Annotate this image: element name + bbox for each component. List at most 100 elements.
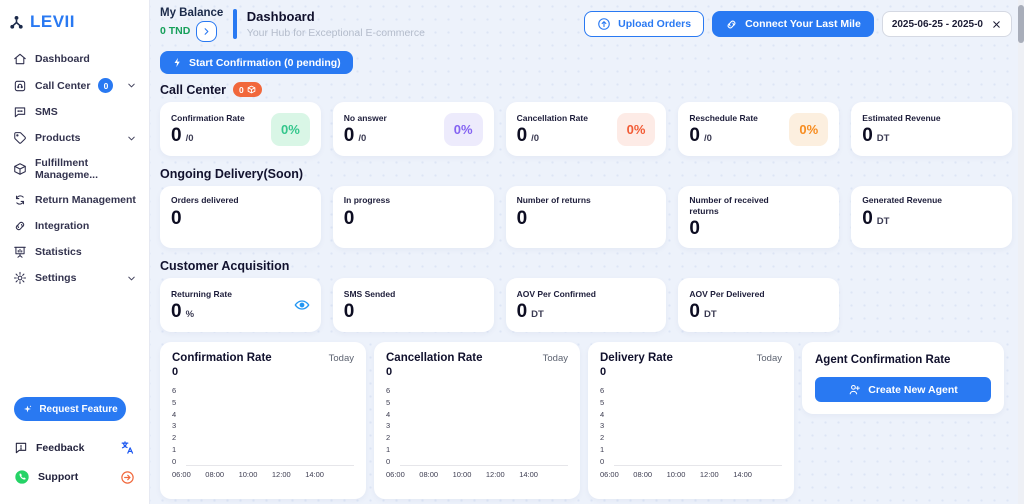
sidebar-item-fulfillment[interactable]: Fulfillment Manageme...	[0, 151, 149, 187]
percent-badge: 0%	[616, 112, 656, 146]
stat-value: 0	[516, 125, 528, 147]
page-title: Dashboard	[246, 9, 315, 24]
stat-suffix: DT	[531, 309, 544, 321]
stat-suffix: /0	[703, 133, 712, 145]
stat-label: Returning Rate	[171, 288, 232, 299]
stat-value: 0	[689, 218, 700, 240]
header: My Balance 0 TND Dashboard Your Hub for …	[160, 5, 1012, 43]
stat-card-generated-revenue: Generated Revenue 0 DT	[851, 186, 1012, 248]
chart-delivery-rate: Delivery Rate Today 0 6543210 06:00 08:00…	[588, 342, 794, 499]
chart-y-axis: 6543210	[386, 386, 391, 466]
stat-card-aov-per-delivered: AOV Per Delivered 0 DT	[678, 278, 840, 332]
chart-x-axis: 06:00 08:00 10:00 12:00 14:00	[600, 470, 752, 479]
sidebar-item-dashboard[interactable]: Dashboard	[0, 46, 149, 72]
chart-period[interactable]: Today	[329, 353, 354, 364]
start-confirmation-button[interactable]: Start Confirmation (0 pending)	[160, 51, 353, 74]
chart-confirmation-rate: Confirmation Rate Today 0 6543210 06:00 0…	[160, 342, 366, 499]
stat-suffix: DT	[876, 215, 890, 227]
chart-period[interactable]: Today	[757, 353, 782, 364]
stat-label: Cancellation Rate	[516, 112, 588, 123]
call-center-orange-badge: 0	[233, 82, 262, 97]
sidebar-item-return-management[interactable]: Return Management	[0, 187, 149, 213]
balance-value: 0 TND	[160, 25, 191, 37]
sidebar-item-integration[interactable]: Integration	[0, 213, 149, 239]
stat-card-received-returns: Number of received returns 0	[678, 186, 840, 248]
stat-label: Generated Revenue	[862, 195, 943, 205]
sidebar-item-label: Products	[35, 132, 81, 144]
request-feature-button[interactable]: Request Feature	[14, 397, 126, 421]
section-title-customer-acquisition: Customer Acquisition	[160, 259, 290, 273]
chart-period[interactable]: Today	[543, 353, 568, 364]
page-scrollbar[interactable]	[1018, 0, 1024, 504]
date-range-picker[interactable]: 2025-06-25 - 2025-0	[881, 11, 1012, 37]
stat-value: 0	[689, 125, 700, 147]
sidebar-item-label: Integration	[35, 220, 90, 232]
feedback-row[interactable]: Feedback	[12, 433, 137, 462]
sidebar-item-label: Return Management	[35, 194, 136, 206]
stat-suffix: DT	[876, 133, 890, 145]
stat-label: Confirmation Rate	[171, 112, 245, 123]
chart-plot-area: 6543210	[386, 386, 568, 466]
chart-x-axis: 06:00 08:00 10:00 12:00 14:00	[172, 470, 324, 479]
translate-icon[interactable]	[120, 440, 135, 455]
call-center-badge-count: 0	[239, 84, 244, 95]
stat-label: In progress	[343, 195, 391, 205]
stat-label: Number of returns	[516, 195, 591, 205]
chevron-down-icon[interactable]	[126, 80, 137, 91]
chevron-down-icon[interactable]	[126, 273, 137, 284]
upload-orders-button[interactable]: Upload Orders	[584, 11, 705, 37]
support-label: Support	[38, 471, 79, 483]
sidebar-item-label: Call Center	[35, 79, 91, 92]
stat-suffix: %	[185, 309, 195, 321]
chart-plot-area: 6543210	[172, 386, 354, 466]
logout-icon[interactable]	[120, 470, 135, 485]
create-new-agent-button[interactable]: Create New Agent	[815, 377, 991, 402]
stat-value: 0	[171, 207, 182, 229]
balance-block: My Balance 0 TND	[160, 7, 223, 42]
request-feature-label: Request Feature	[39, 403, 118, 415]
link-icon	[725, 18, 738, 31]
logo[interactable]: LEVII	[0, 0, 149, 46]
chart-title: Confirmation Rate	[172, 352, 272, 364]
stat-suffix: /0	[531, 133, 540, 145]
call-center-count-badge: 0	[98, 78, 114, 93]
sidebar-item-call-center[interactable]: Call Center 0	[0, 72, 149, 99]
presentation-chart-icon	[13, 245, 27, 259]
balance-expand-button[interactable]	[196, 20, 218, 42]
sidebar-item-settings[interactable]: Settings	[0, 265, 149, 291]
sidebar-item-sms[interactable]: SMS	[0, 99, 149, 125]
eye-icon[interactable]	[294, 297, 310, 313]
sidebar-item-statistics[interactable]: Statistics	[0, 239, 149, 265]
chart-value: 0	[600, 366, 607, 378]
sidebar-item-products[interactable]: Products	[0, 125, 149, 151]
chat-icon	[13, 105, 27, 119]
chart-title: Cancellation Rate	[386, 352, 483, 364]
call-center-cards: Confirmation Rate 0/0 0% No answer 0/0 0…	[160, 102, 1012, 164]
balance-label: My Balance	[160, 6, 224, 19]
title-divider	[233, 9, 237, 39]
sidebar-item-label: Dashboard	[35, 53, 90, 65]
person-plus-icon	[848, 383, 861, 396]
stat-label: No answer	[343, 112, 387, 123]
agent-card-title: Agent Confirmation Rate	[815, 354, 951, 366]
headset-icon	[13, 79, 27, 93]
main-content: My Balance 0 TND Dashboard Your Hub for …	[150, 0, 1024, 504]
close-icon[interactable]	[991, 19, 1002, 30]
stat-value: 0	[171, 125, 182, 147]
percent-badge: 0%	[443, 112, 483, 146]
stat-card-number-of-returns: Number of returns 0	[505, 186, 667, 248]
stat-label: AOV Per Confirmed	[516, 288, 596, 299]
scrollbar-thumb[interactable]	[1018, 5, 1024, 43]
connect-last-mile-button[interactable]: Connect Your Last Mile	[712, 11, 874, 37]
tag-icon	[13, 131, 27, 145]
chevron-down-icon[interactable]	[126, 133, 137, 144]
support-row[interactable]: Support	[12, 462, 137, 492]
page-title-block: Dashboard Your Hub for Exceptional E-com…	[247, 9, 425, 39]
stat-card-in-progress: In progress 0	[332, 186, 494, 248]
stat-value: 0	[862, 125, 873, 147]
app-window: LEVII Dashboard Call Center 0 SMS Produc…	[0, 0, 1024, 504]
link-icon	[13, 219, 27, 233]
sparkle-icon	[22, 404, 33, 415]
chart-title: Delivery Rate	[600, 352, 673, 364]
recycle-icon	[13, 193, 27, 207]
